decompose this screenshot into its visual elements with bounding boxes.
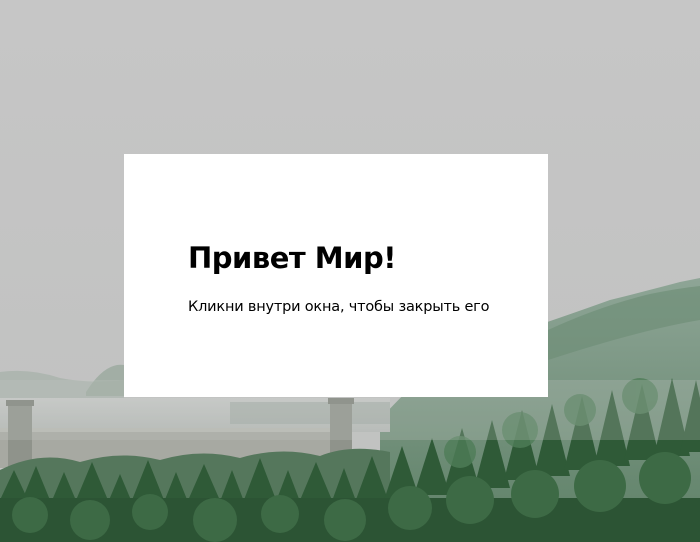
modal-title: Привет Мир! [188,241,396,275]
modal-dialog[interactable]: Привет Мир! Кликни внутри окна, чтобы за… [124,154,548,397]
modal-message: Кликни внутри окна, чтобы закрыть его [188,299,490,315]
